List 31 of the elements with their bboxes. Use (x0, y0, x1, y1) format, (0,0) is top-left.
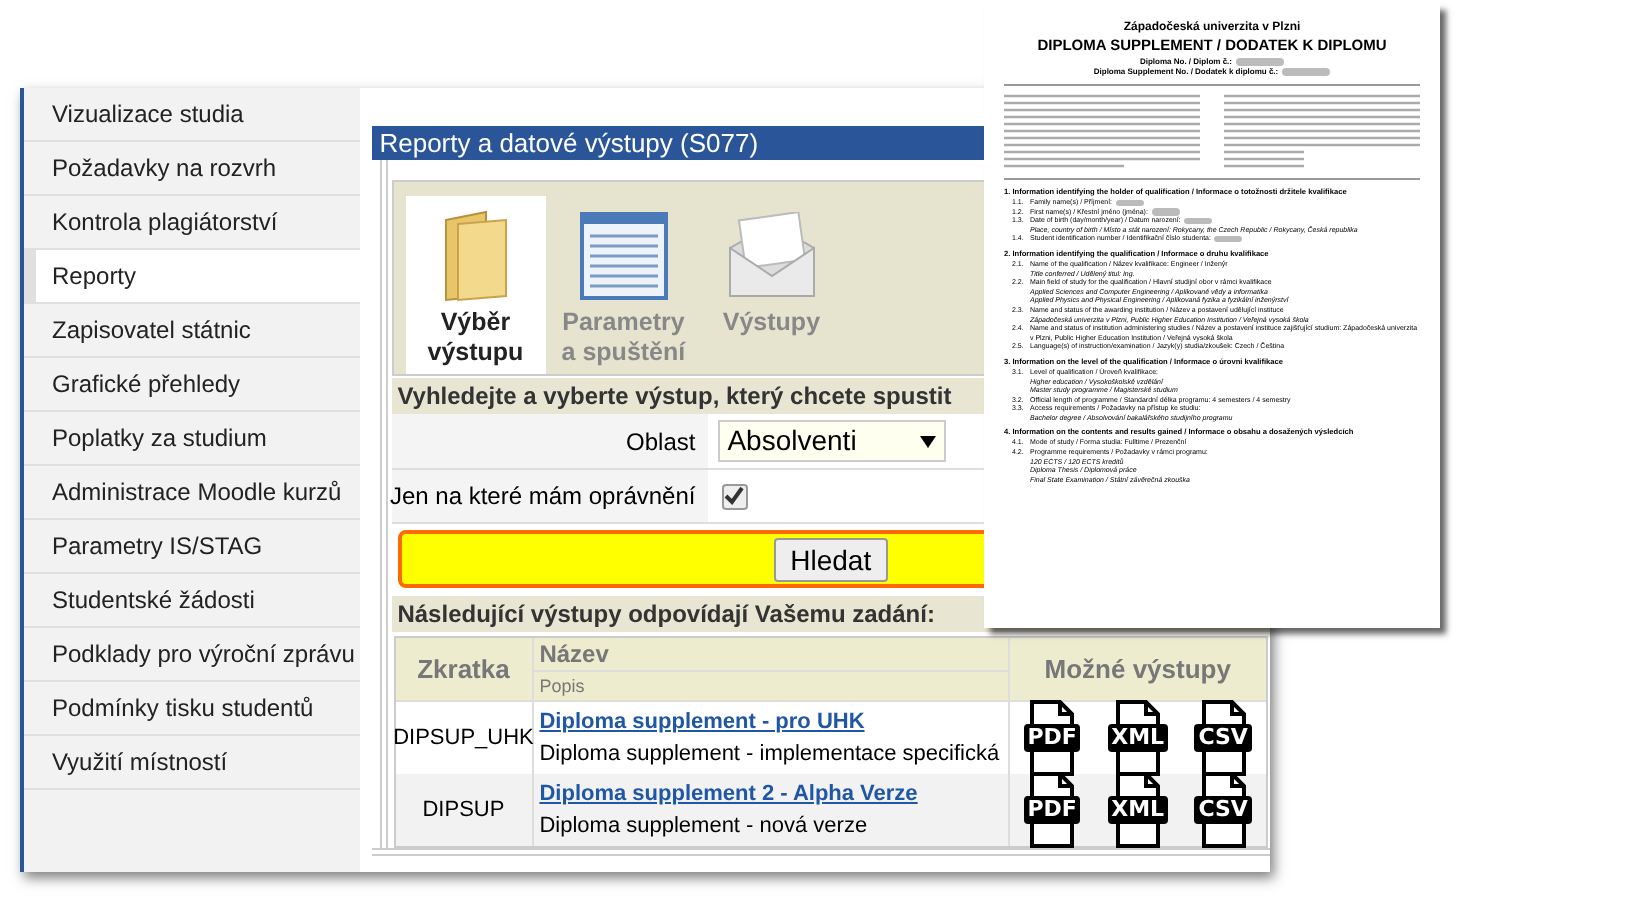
report-link[interactable]: Diploma supplement 2 - Alpha Verze (539, 778, 1002, 810)
spreadsheet-icon (579, 212, 668, 300)
export-format-button[interactable]: XML (1105, 772, 1170, 848)
field-label: Oblast (626, 425, 696, 459)
redaction-mark (1214, 235, 1243, 243)
column-header: Popis (537, 674, 587, 700)
export-format-button[interactable]: PDF (1020, 772, 1085, 848)
sidebar-item[interactable]: Reporty (24, 250, 360, 304)
column-header: Zkratka (395, 638, 534, 700)
permission-checkbox[interactable] (721, 483, 748, 509)
area-select[interactable]: Absolventi (717, 420, 946, 462)
redaction-mark (1184, 217, 1213, 225)
export-format-button[interactable]: CSV (1191, 700, 1256, 776)
column-header: Možné výstupy (1042, 651, 1233, 688)
redaction-mark (1116, 199, 1145, 207)
export-format-button[interactable]: XML (1105, 700, 1170, 776)
envelope-icon (725, 212, 818, 300)
table-cell-text: Diploma supplement - nová verze (539, 812, 870, 842)
tab[interactable]: Výběr výstupu (405, 196, 546, 374)
field-label: Jen na které mám oprávnění (389, 480, 696, 514)
dropdown-caret-icon (919, 435, 936, 447)
column-header: Název (533, 638, 1008, 672)
export-format-button[interactable]: PDF (1020, 700, 1085, 776)
search-button[interactable]: Hledat (774, 537, 888, 581)
table-cell: DIPSUP (395, 774, 534, 846)
report-link[interactable]: Diploma supplement - pro UHK (539, 706, 1002, 738)
folder-icon (441, 208, 510, 304)
table-cell-text: Diploma supplement - implementace specifická (539, 740, 1002, 770)
check-icon (724, 486, 745, 506)
export-format-button[interactable]: CSV (1191, 772, 1256, 848)
redaction-mark (1151, 208, 1180, 216)
